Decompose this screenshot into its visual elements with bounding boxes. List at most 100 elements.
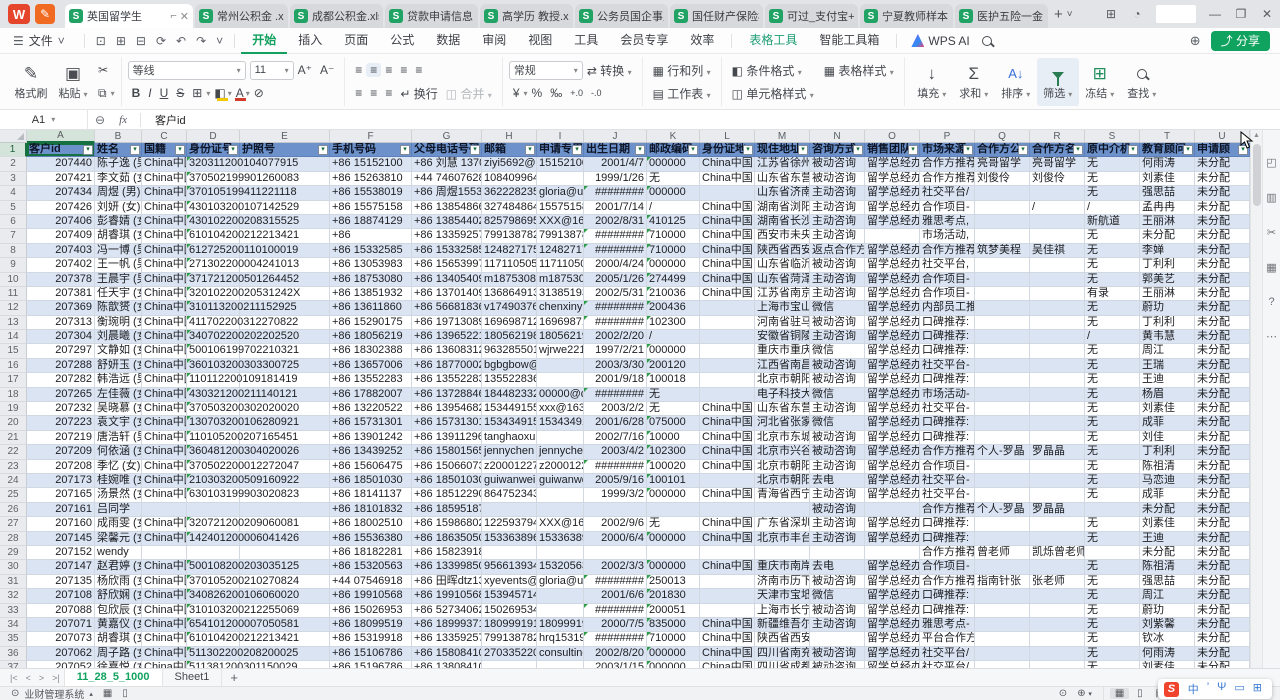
cell-K12[interactable]: 200436 [647,301,700,315]
cell-O4[interactable]: 留学总经办 [865,186,920,200]
cell-L11[interactable]: China中国 [700,287,755,301]
cell-I6[interactable]: XXX@163. [537,215,584,229]
cell-S31[interactable]: 无 [1085,575,1140,589]
cell-C2[interactable]: China中国 [142,157,187,171]
punctuation-icon[interactable]: ’ [1203,681,1213,697]
new-tab-button[interactable]: + [1054,6,1063,23]
cell-H21[interactable]: tanghaoxu [482,431,537,445]
cell-R36[interactable] [1030,647,1085,661]
cell-A23[interactable]: 207208 [27,460,95,474]
cell-N16[interactable]: 被动咨询 [810,359,865,373]
cell-I12[interactable]: chenxinyun [537,301,584,315]
wrap-text-button[interactable]: ↵ 换行 [396,85,441,102]
cell-P27[interactable]: 口碑推荐: [920,517,975,531]
cell-O9[interactable]: 留学总经办 [865,258,920,272]
cell-R28[interactable] [1030,532,1085,546]
cell-I13[interactable]: 169698712 [537,316,584,330]
row-number[interactable]: 7 [0,229,27,243]
cell-D31[interactable]: 370105200210270824 [187,575,240,589]
cell-O17[interactable]: 留学总经办 [865,373,920,387]
cell-F7[interactable]: +86 [330,229,412,243]
cell-J9[interactable]: 2000/4/24 [584,258,647,272]
cell-M31[interactable]: 济南市历下 [755,575,810,589]
row-number[interactable]: 28 [0,532,27,546]
cell-H25[interactable]: 864752343 [482,488,537,502]
cell-I16[interactable] [537,359,584,373]
cell-U32[interactable]: 未分配 [1195,589,1250,603]
insert-function-icon[interactable]: fx [112,114,134,126]
cell-B32[interactable]: 舒欣娴 (女 [95,589,142,603]
cell-K35[interactable]: 710000 [647,632,700,646]
align-top-icon[interactable]: ≡ [351,63,366,77]
row-number[interactable]: 13 [0,316,27,330]
cell-J13[interactable]: ######## [584,316,647,330]
cell-C35[interactable]: China中国 [142,632,187,646]
cell-K18[interactable]: 无 [647,388,700,402]
cell-A35[interactable]: 207073 [27,632,95,646]
cell-R37[interactable] [1030,661,1085,668]
cell-O30[interactable]: 留学总经办 [865,560,920,574]
decrease-font-icon[interactable]: A⁻ [316,63,338,77]
menu-tab-审阅[interactable]: 审阅 [471,28,517,54]
cell-D33[interactable]: 310103200212255069 [187,604,240,618]
column-header-D[interactable]: D [187,130,240,143]
menu-tab-视图[interactable]: 视图 [517,28,563,54]
cell-G24[interactable]: +86 1850103098 [412,474,482,488]
cell-P18[interactable]: 市场活动- [920,388,975,402]
cell-O5[interactable]: 留学总经办 [865,201,920,215]
cell-B21[interactable]: 唐浩轩 (男 [95,431,142,445]
cell-I25[interactable] [537,488,584,502]
cell-B31[interactable]: 杨欣雨 (女 [95,575,142,589]
cell-A2[interactable]: 207440 [27,157,95,171]
cell-B33[interactable]: 包欣辰 (女 [95,604,142,618]
cell-R23[interactable] [1030,460,1085,474]
cell-K30[interactable]: 000000 [647,560,700,574]
cell-G5[interactable]: +86 13854866895 [412,201,482,215]
select-all-corner[interactable] [0,130,27,143]
cell-S30[interactable]: 无 [1085,560,1140,574]
cell-T8[interactable]: 李婵 [1140,244,1195,258]
cell-M5[interactable]: 湖南省浏阳 [755,201,810,215]
cell-M8[interactable]: 陕西省西安 [755,244,810,258]
cell-L33[interactable] [700,604,755,618]
cell-P17[interactable]: 口碑推荐: [920,373,975,387]
cell-J18[interactable]: ######## [584,388,647,402]
row-number[interactable]: 21 [0,431,27,445]
row-number[interactable]: 9 [0,258,27,272]
cell-C28[interactable]: China中国 [142,532,187,546]
workbook-tab[interactable]: S国任财产保险样本.x [670,4,763,28]
column-header-G[interactable]: G [412,130,482,143]
cell-O26[interactable] [865,503,920,517]
cell-S33[interactable]: 无 [1085,604,1140,618]
cell-C21[interactable]: China中国 [142,431,187,445]
cell-K14[interactable]: / [647,330,700,344]
column-header-A[interactable]: A [27,130,95,143]
cell-J8[interactable]: ######## [584,244,647,258]
vertical-scrollbar[interactable]: ▲ [1250,130,1262,668]
row-number[interactable]: 33 [0,604,27,618]
cell-A24[interactable]: 207173 [27,474,95,488]
cell-G28[interactable]: +86 1863505000 [412,532,482,546]
cell-U7[interactable]: 未分配 [1195,229,1250,243]
cell-S34[interactable]: 无 [1085,618,1140,632]
cell-B5[interactable]: 刘妍 (女) [95,201,142,215]
decrease-decimal-icon[interactable]: -.0 [587,88,606,98]
cell-T29[interactable]: 未分配 [1140,546,1195,560]
formula-input[interactable]: 客户id [147,112,186,128]
row-number[interactable]: 26 [0,503,27,517]
cell-I24[interactable]: guiwanwei [537,474,584,488]
cell-I29[interactable] [537,546,584,560]
cell-J6[interactable]: 2002/8/31 [584,215,647,229]
cell-B10[interactable]: 王晨宇 (男 [95,273,142,287]
cell-R35[interactable] [1030,632,1085,646]
cell-N30[interactable]: 去电 [810,560,865,574]
cell-D37[interactable]: 511381200301150029 [187,661,240,668]
cell-B8[interactable]: 冯一博 (男 [95,244,142,258]
cell-G7[interactable]: +86 1335925706 [412,229,482,243]
cell-O27[interactable]: 留学总经办 [865,517,920,531]
cell-A17[interactable]: 207282 [27,373,95,387]
filter-dropdown-icon[interactable]: ▾ [130,145,140,155]
sheet-tab-active[interactable]: 11_28_5_1000 [64,669,163,686]
cell-F3[interactable]: +86 15263810 [330,172,412,186]
cell-F30[interactable]: +86 15320563 [330,560,412,574]
